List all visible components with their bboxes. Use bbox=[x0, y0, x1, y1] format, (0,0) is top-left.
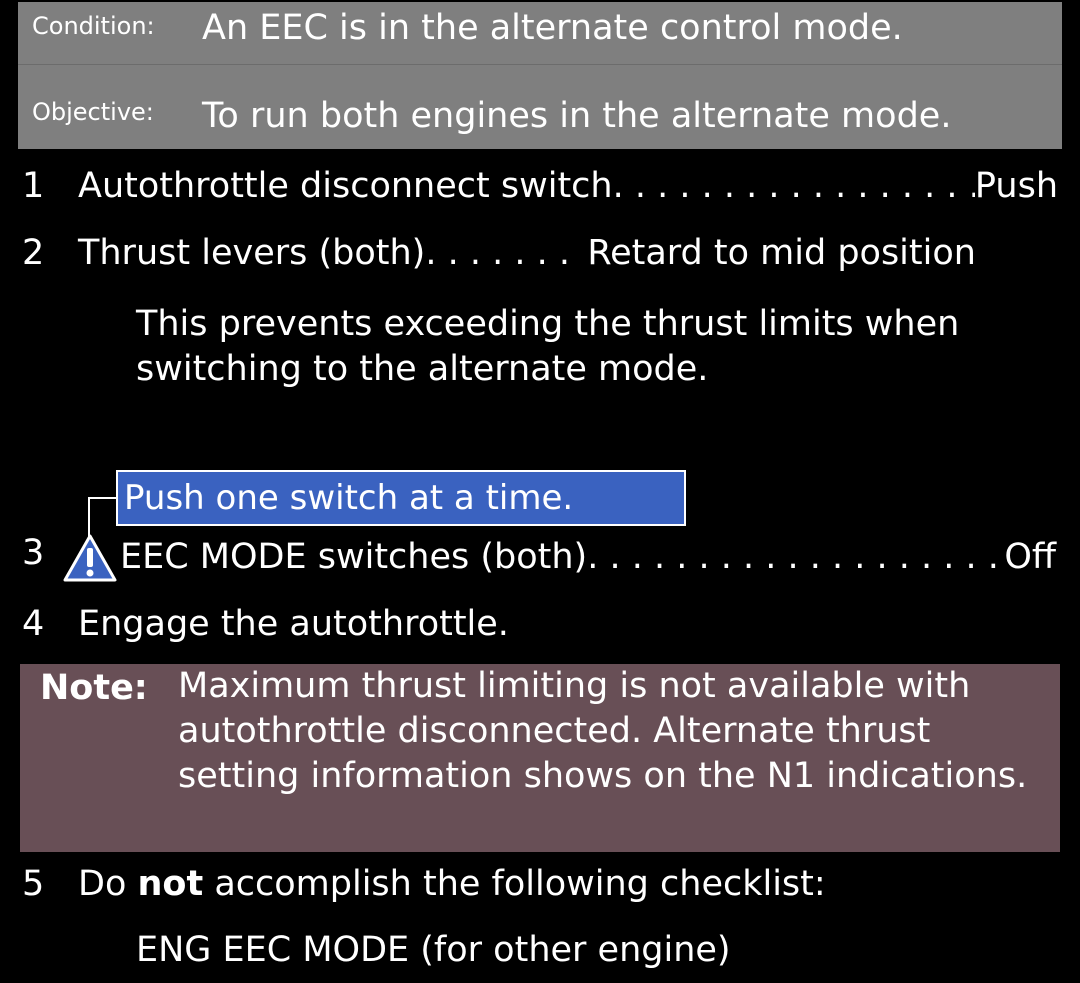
step-2-leader-dots bbox=[425, 233, 575, 273]
header-panel: Condition: An EEC is in the alternate co… bbox=[18, 2, 1062, 149]
note-label: Note: bbox=[40, 668, 148, 708]
step-5-text-after: accomplish the following checklist: bbox=[203, 864, 826, 904]
step-3-item: EEC MODE switches (both) bbox=[120, 537, 588, 577]
step-1: Autothrottle disconnect switch Push bbox=[78, 166, 1058, 206]
step-3-number: 3 bbox=[22, 533, 45, 573]
note-box: Note: Maximum thrust limiting is not ava… bbox=[20, 664, 1060, 852]
step-2-item: Thrust levers (both) bbox=[78, 233, 426, 273]
step-2-action: Retard to mid position bbox=[587, 233, 976, 273]
step-2: Thrust levers (both) Retard to mid posit… bbox=[78, 233, 1058, 273]
step-3: EEC MODE switches (both) Off bbox=[120, 537, 1056, 577]
condition-label: Condition: bbox=[32, 12, 155, 40]
step-3-leader-dots bbox=[587, 537, 1004, 577]
objective-label: Objective: bbox=[32, 98, 154, 126]
objective-row: Objective: To run both engines in the al… bbox=[18, 86, 1062, 148]
step-1-item: Autothrottle disconnect switch bbox=[78, 166, 613, 206]
step-1-leader-dots bbox=[613, 166, 975, 206]
step-5-checklist: ENG EEC MODE (for other engine) bbox=[136, 930, 731, 970]
step-5-number: 5 bbox=[22, 864, 45, 904]
step-4-text: Engage the autothrottle. bbox=[78, 604, 509, 644]
condition-text: An EEC is in the alternate control mode. bbox=[202, 8, 903, 48]
step-1-number: 1 bbox=[22, 166, 45, 206]
caution-triangle-icon bbox=[63, 534, 117, 582]
step-3-action: Off bbox=[1004, 537, 1056, 577]
caution-box: Push one switch at a time. bbox=[116, 470, 686, 526]
step-5-text-bold: not bbox=[137, 864, 204, 904]
note-text: Maximum thrust limiting is not available… bbox=[178, 666, 1028, 796]
condition-row: Condition: An EEC is in the alternate co… bbox=[18, 2, 1062, 65]
step-2-explanation: This prevents exceeding the thrust limit… bbox=[136, 304, 960, 389]
objective-text: To run both engines in the alternate mod… bbox=[202, 96, 952, 136]
step-5-text-before: Do bbox=[78, 864, 138, 904]
step-4-number: 4 bbox=[22, 604, 45, 644]
step-5-text: Do not accomplish the following checklis… bbox=[78, 864, 826, 904]
step-2-number: 2 bbox=[22, 233, 45, 273]
step-1-action: Push bbox=[974, 166, 1058, 206]
